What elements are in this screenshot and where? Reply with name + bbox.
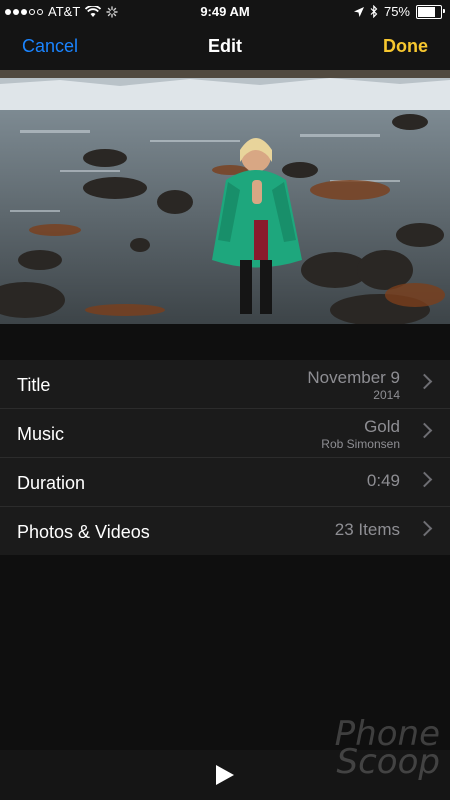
row-label: Music (17, 424, 65, 444)
row-label: Title (17, 375, 51, 395)
battery-level (418, 6, 435, 17)
battery-percentage: 75% (383, 4, 410, 19)
status-bar: AT&T 9:49 AM 75% (0, 0, 450, 24)
chevron-right-icon (416, 373, 433, 390)
row-value: November 9 2014 (307, 368, 400, 402)
memory-settings-list: Title November 9 2014 Music Gold Rob Sim… (0, 360, 450, 555)
music-value: Gold (364, 417, 400, 436)
music-subvalue: Rob Simonsen (321, 437, 400, 451)
row-value: 23 Items (335, 520, 400, 540)
duration-row[interactable]: Duration 0:49 (0, 458, 450, 507)
duration-value: 0:49 (366, 471, 400, 490)
music-row[interactable]: Music Gold Rob Simonsen (0, 409, 450, 458)
watermark-logo: Phone Scoop (334, 714, 440, 782)
row-label: Duration (17, 473, 86, 493)
photos-videos-row[interactable]: Photos & Videos 23 Items (0, 507, 450, 555)
photos-videos-value: 23 Items (334, 520, 400, 539)
done-button[interactable]: Done (383, 36, 428, 57)
bluetooth-icon (370, 5, 378, 18)
title-row[interactable]: Title November 9 2014 (0, 360, 450, 409)
battery-icon (416, 4, 445, 19)
row-value: 0:49 (367, 471, 400, 491)
chevron-right-icon (416, 520, 433, 537)
memory-cover-photo (0, 70, 450, 324)
play-button[interactable] (216, 765, 234, 785)
chevron-right-icon (416, 471, 433, 488)
title-value: November 9 (307, 368, 400, 387)
row-value: Gold Rob Simonsen (321, 417, 400, 451)
chevron-right-icon (416, 422, 433, 439)
location-arrow-icon (353, 6, 364, 17)
navigation-bar: Cancel Edit Done (0, 24, 450, 70)
status-bar-right: 75% (353, 4, 445, 19)
title-subvalue: 2014 (373, 388, 400, 402)
row-label: Photos & Videos (17, 522, 150, 542)
